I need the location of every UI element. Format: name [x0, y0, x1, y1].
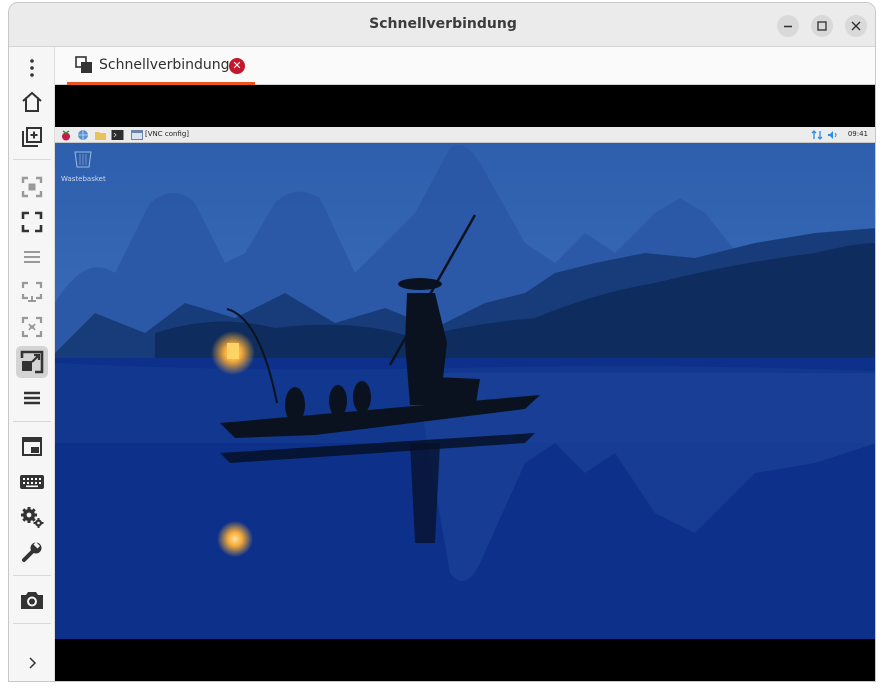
dynamic-resize-button[interactable]: [16, 312, 48, 342]
window-switch-icon: [22, 437, 42, 456]
folder-icon[interactable]: [94, 129, 107, 141]
new-connection-button[interactable]: [16, 122, 48, 152]
close-icon: [851, 21, 861, 31]
tab-close-icon[interactable]: ✕: [229, 58, 245, 74]
wrench-icon: [22, 542, 42, 562]
terminal-icon[interactable]: [111, 129, 124, 141]
screenshot-button[interactable]: [16, 585, 48, 615]
viewport-fullscreen-icon: [21, 281, 43, 302]
title-bar[interactable]: Schnellverbindung: [9, 3, 875, 47]
gears-icon: [21, 507, 44, 528]
desktop-icon-label: Wastebasket: [61, 175, 106, 183]
window-icon: [131, 129, 143, 140]
volume-icon[interactable]: [827, 130, 839, 140]
maximize-button[interactable]: [811, 15, 833, 37]
home-button[interactable]: [16, 87, 48, 117]
minimize-button[interactable]: [777, 15, 799, 37]
switch-tab-button[interactable]: [16, 432, 48, 462]
sidebar-separator: [13, 159, 51, 160]
taskbar-task[interactable]: [VNC config]: [131, 129, 189, 140]
remote-clock: 09:41: [847, 130, 868, 138]
window-title: Schnellverbindung: [369, 16, 517, 32]
raspberry-icon[interactable]: [60, 129, 72, 141]
trash-icon: [74, 151, 92, 168]
add-tab-icon: [22, 127, 42, 147]
remote-desktop[interactable]: Wastebasket: [55, 143, 875, 639]
taskbar-task-label: [VNC config]: [145, 130, 190, 138]
tab-schnellverbindung[interactable]: Schnellverbindung ✕: [67, 47, 255, 85]
maximize-icon: [817, 21, 827, 31]
tab-bar: Schnellverbindung ✕: [55, 47, 875, 85]
connection-icon: [75, 55, 92, 73]
dynamic-resize-icon: [21, 316, 43, 338]
camera-icon: [21, 592, 43, 609]
wallpaper-image: [55, 143, 875, 639]
network-icon[interactable]: [811, 130, 823, 140]
menu-button[interactable]: [16, 53, 48, 83]
lines-button[interactable]: [16, 242, 48, 272]
keyboard-grab-button[interactable]: [16, 467, 48, 497]
scaled-fullscreen-button[interactable]: [16, 207, 48, 237]
chevron-right-icon: [29, 657, 37, 669]
fullscreen-focus-button[interactable]: [16, 172, 48, 202]
settings-button[interactable]: [16, 502, 48, 532]
scaled-mode-icon: [20, 350, 44, 374]
kebab-menu-icon: [30, 59, 34, 77]
sidebar-separator: [13, 623, 51, 624]
globe-icon[interactable]: [77, 129, 89, 141]
fullscreen-focus-icon: [21, 176, 43, 198]
remote-viewport[interactable]: [VNC config] 09:41 Wastebasket: [55, 85, 875, 681]
tools-button[interactable]: [16, 537, 48, 567]
scaled-mode-button[interactable]: [16, 346, 48, 378]
remote-screen[interactable]: [VNC config] 09:41 Wastebasket: [55, 127, 875, 639]
home-icon: [22, 91, 42, 112]
fullscreen-corners-icon: [21, 211, 43, 233]
viewport-fullscreen-button[interactable]: [16, 277, 48, 307]
app-window: Schnellverbindung Schnellverbindung ✕ [V…: [8, 2, 876, 682]
close-button[interactable]: [845, 15, 867, 37]
tab-label: Schnellverbindung: [99, 56, 230, 73]
hamburger-icon: [24, 391, 40, 405]
lines-icon: [24, 251, 40, 263]
sidebar-separator: [13, 421, 51, 422]
sidebar-toolbar: [9, 47, 55, 681]
preferences-menu-button[interactable]: [16, 383, 48, 413]
desktop-icon-wastebasket[interactable]: Wastebasket: [61, 149, 106, 183]
sidebar-separator: [13, 575, 51, 576]
minimize-icon: [784, 25, 792, 28]
keyboard-icon: [20, 475, 44, 489]
remote-taskbar: [VNC config] 09:41: [55, 127, 875, 143]
expand-sidebar-button[interactable]: [16, 648, 48, 678]
